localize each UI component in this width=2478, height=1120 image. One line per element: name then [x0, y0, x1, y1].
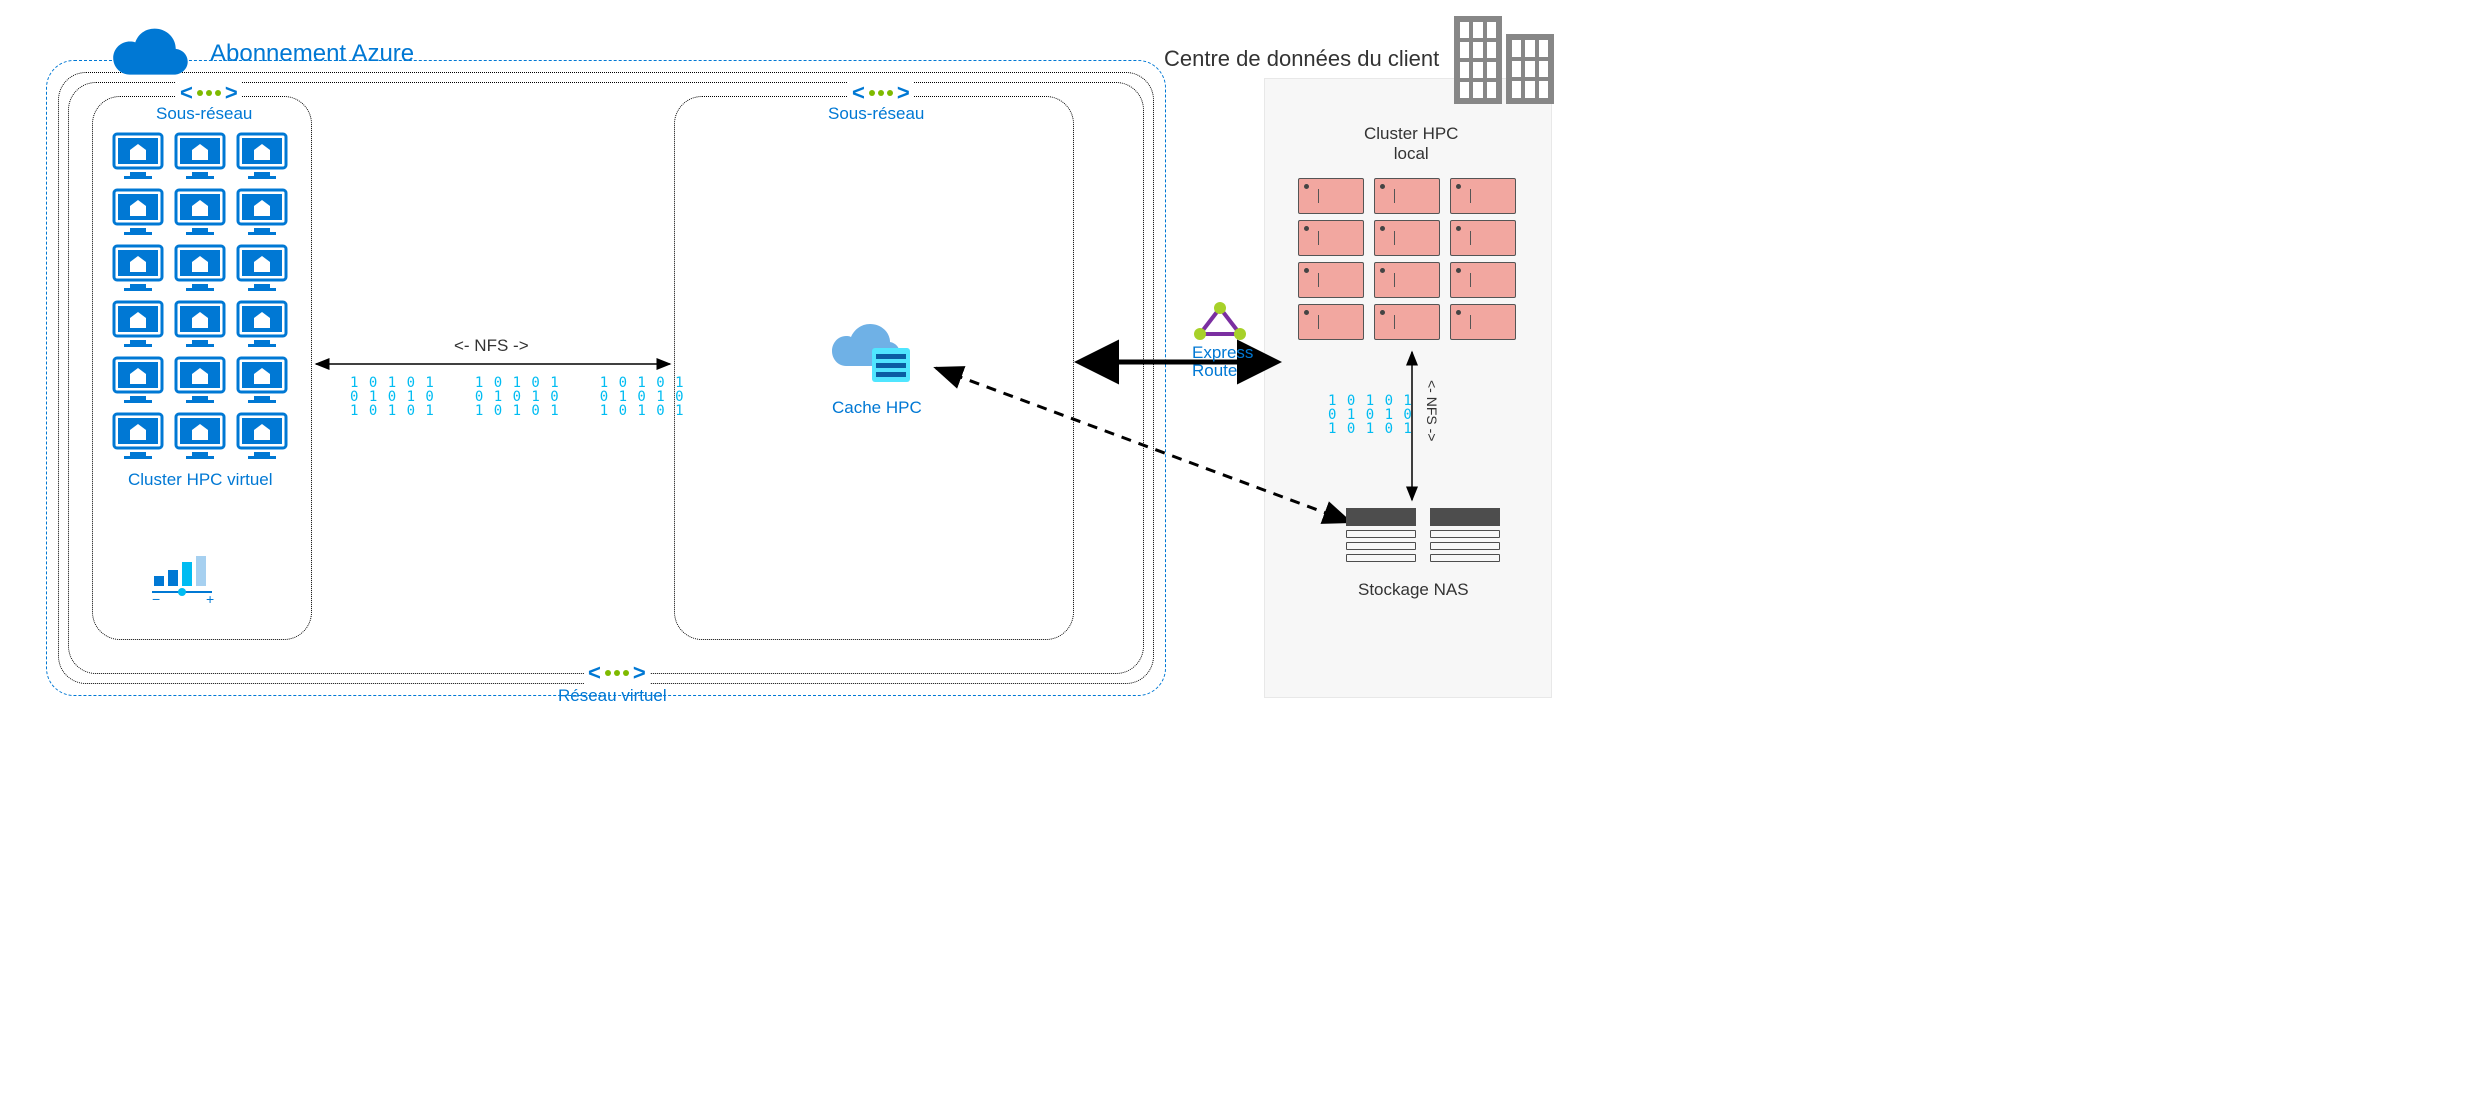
diagram-root: Abonnement Azure Centre de données du cl…: [0, 0, 1560, 720]
expressroute-icon: [1192, 302, 1248, 342]
nfs-label-internal: <- NFS ->: [454, 336, 529, 356]
nas-storage: [1346, 508, 1500, 572]
subnet-marker-right: <>: [848, 80, 914, 106]
vm-icon: [234, 298, 290, 350]
azure-title: Abonnement Azure: [210, 40, 414, 68]
vm-icon: [234, 410, 290, 462]
vm-icon: [110, 298, 166, 350]
svg-text:−: −: [152, 591, 160, 604]
buildings-icon: [1454, 16, 1554, 104]
vm-icon: [172, 186, 228, 238]
hpc-local-label: Cluster HPC local: [1364, 124, 1458, 164]
vm-icon: [234, 130, 290, 182]
vnet-label: Réseau virtuel: [558, 686, 667, 706]
nfs-arrow-internal: [312, 356, 674, 372]
azure-cloud-icon: [104, 18, 196, 76]
vm-cluster-label: Cluster HPC virtuel: [128, 470, 273, 490]
nas-label: Stockage NAS: [1358, 580, 1469, 600]
scale-icon: − +: [152, 556, 232, 604]
vm-icon: [172, 298, 228, 350]
subnet-marker-left: <>: [176, 80, 242, 106]
vnet-marker: <>: [584, 660, 650, 686]
vm-icon: [172, 242, 228, 294]
vm-icon: [110, 410, 166, 462]
cache-hpc-icon: [828, 318, 918, 390]
datacenter-title: Centre de données du client: [1164, 46, 1439, 72]
subnet-label-right: Sous-réseau: [828, 104, 924, 124]
vm-cluster: [110, 130, 290, 462]
hpc-local-rack: [1298, 178, 1516, 340]
vm-icon: [110, 186, 166, 238]
vm-icon: [110, 354, 166, 406]
cache-hpc-label: Cache HPC: [832, 398, 922, 418]
binary-data-dc: 1 0 1 0 10 1 0 1 01 0 1 0 1: [1328, 394, 1413, 436]
vm-icon: [234, 354, 290, 406]
svg-text:+: +: [206, 591, 214, 604]
vm-icon: [110, 130, 166, 182]
subnet-label-left: Sous-réseau: [156, 104, 252, 124]
nfs-label-dc: <- NFS ->: [1424, 380, 1440, 441]
vm-icon: [234, 186, 290, 238]
vm-icon: [110, 242, 166, 294]
vm-icon: [172, 130, 228, 182]
cache-to-nas-arrow: [930, 362, 1360, 532]
vm-icon: [172, 354, 228, 406]
vm-icon: [234, 242, 290, 294]
binary-data-left: 1 0 1 0 10 1 0 1 01 0 1 0 1 1 0 1 0 10 1…: [350, 376, 685, 418]
vm-icon: [172, 410, 228, 462]
